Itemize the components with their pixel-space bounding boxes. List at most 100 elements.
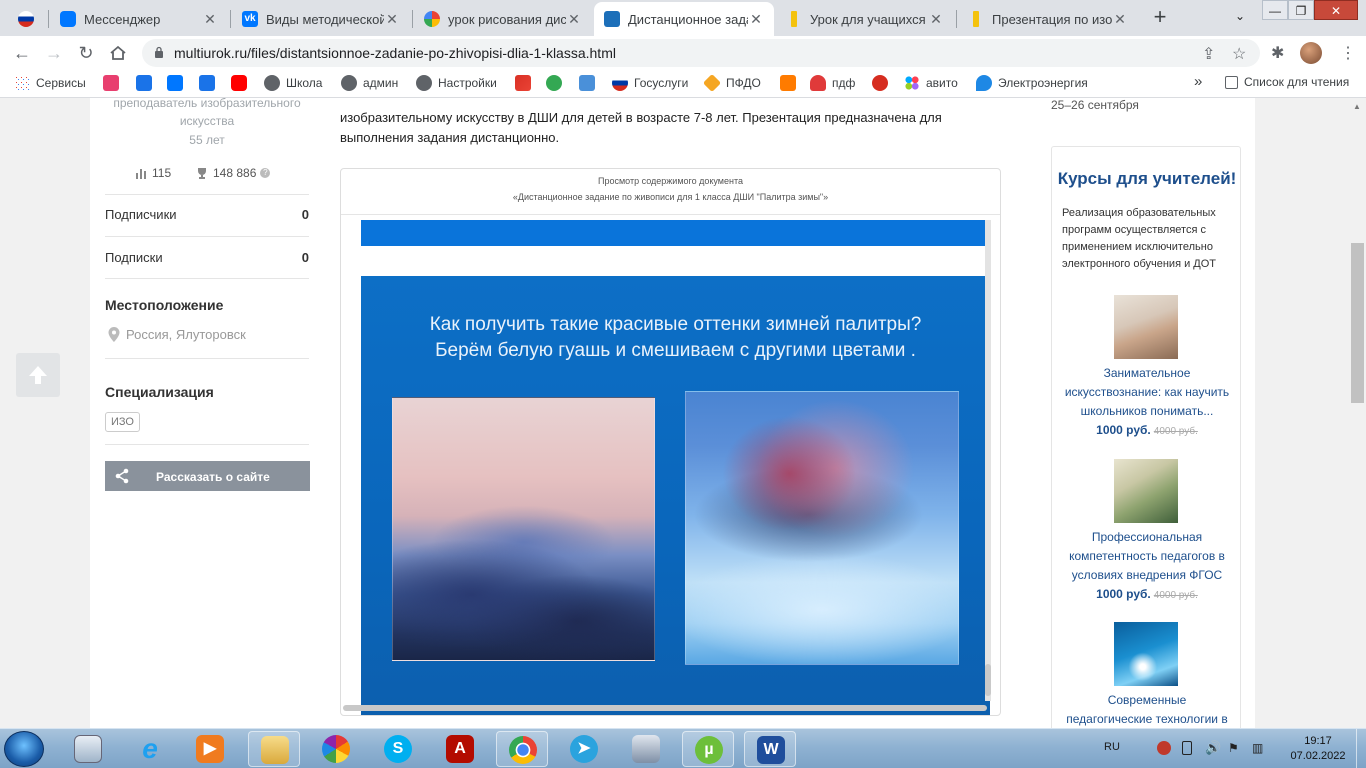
volume-icon[interactable]: 🔊	[1205, 741, 1221, 755]
taskbar-internet-explorer[interactable]: e	[124, 731, 176, 767]
winter-painting-left-image	[392, 397, 655, 661]
action-center-flag-icon[interactable]: ⚑	[1228, 741, 1242, 755]
close-tab-icon[interactable]: ✕	[202, 11, 218, 28]
rating-stat[interactable]: 148 886 ?	[196, 166, 271, 180]
materials-stat[interactable]: 115	[135, 166, 171, 180]
bookmark-services[interactable]: Сервисы	[14, 75, 86, 91]
course-name[interactable]: Современные педагогические технологии в	[1058, 691, 1236, 728]
taskbar-calculator[interactable]	[62, 731, 114, 767]
taskbar-explorer[interactable]	[248, 731, 300, 767]
close-window-button[interactable]: ✕	[1314, 0, 1358, 20]
bookmark-5[interactable]	[231, 75, 253, 91]
keyboard-language[interactable]: RU	[1104, 741, 1120, 753]
bookmark-gosuslugi[interactable]: Госуслуги	[612, 75, 688, 91]
bookmark-17[interactable]	[872, 75, 894, 91]
divider	[105, 194, 309, 195]
bookmark-school[interactable]: Школа	[264, 75, 322, 91]
specialization-tag[interactable]: ИЗО	[105, 412, 140, 432]
close-tab-icon[interactable]: ✕	[566, 11, 582, 28]
reload-button[interactable]: ↻	[74, 41, 98, 65]
close-tab-icon[interactable]: ✕	[748, 11, 764, 28]
close-tab-icon[interactable]: ✕	[384, 11, 400, 28]
bookmark-yellow-icon	[791, 11, 797, 27]
share-site-button[interactable]: Рассказать о сайте	[105, 461, 310, 491]
tab-4-active[interactable]: Дистанционное задан ✕	[594, 2, 774, 36]
course-name[interactable]: Занимательное искусствознание: как научи…	[1058, 364, 1236, 441]
course-name[interactable]: Профессиональная компетентность педагого…	[1058, 528, 1236, 605]
subscribers-row[interactable]: Подписчики 0	[105, 207, 309, 222]
taskbar-chrome[interactable]	[496, 731, 548, 767]
new-tab-button[interactable]: +	[1147, 4, 1173, 30]
bookmark-label: Сервисы	[36, 76, 86, 90]
taskbar-utorrent[interactable]: µ	[682, 731, 734, 767]
scroll-to-top-button[interactable]	[16, 353, 60, 397]
preview-vertical-scrollbar[interactable]	[985, 220, 991, 701]
help-circle-icon[interactable]: ?	[260, 168, 271, 178]
bookmark-pfdo[interactable]: ПФДО	[702, 73, 761, 93]
taskbar-word[interactable]: W	[744, 731, 796, 767]
bookmark-star-icon[interactable]: ☆	[1232, 44, 1246, 64]
profile-avatar[interactable]	[1300, 42, 1322, 64]
page-scroll-thumb[interactable]	[1351, 243, 1364, 403]
bookmark-3[interactable]	[167, 75, 189, 91]
tab-3[interactable]: урок рисования дист ✕	[414, 2, 592, 36]
show-desktop-button[interactable]	[1356, 729, 1366, 768]
battery-icon[interactable]	[1182, 741, 1192, 755]
bookmark-4[interactable]	[199, 75, 221, 91]
scroll-up-arrow-icon[interactable]: ▲	[1353, 102, 1361, 111]
bookmark-avito[interactable]: авито	[904, 75, 958, 91]
close-tab-icon[interactable]: ✕	[928, 11, 944, 28]
forward-button[interactable]: →	[42, 41, 66, 65]
maximize-button[interactable]: ❐	[1288, 0, 1314, 20]
subscriptions-row[interactable]: Подписки 0	[105, 250, 309, 265]
back-button[interactable]: ←	[10, 41, 34, 65]
subscribers-count: 0	[301, 207, 309, 222]
taskbar-telegram[interactable]: ➤	[558, 731, 610, 767]
arrow-up-icon	[29, 366, 47, 384]
bookmark-electricity[interactable]: Электроэнергия	[976, 75, 1088, 91]
bookmark-11[interactable]	[579, 75, 601, 91]
bookmark-2[interactable]	[136, 75, 158, 91]
start-button-windows-icon[interactable]	[4, 731, 44, 767]
tab-6[interactable]: Презентация по изобр ✕	[958, 2, 1138, 36]
home-button[interactable]	[106, 41, 130, 65]
minimize-button[interactable]: —	[1262, 0, 1288, 20]
tab-5[interactable]: Урок для учащихся ху ✕	[776, 2, 954, 36]
no-entry-icon[interactable]	[1157, 741, 1171, 755]
tab-2[interactable]: vk Виды методической р ✕	[232, 2, 410, 36]
bookmark-label: админ	[363, 76, 399, 90]
close-tab-icon[interactable]: ✕	[1112, 11, 1128, 28]
taskbar-media-player[interactable]: ▶	[184, 731, 236, 767]
preview-scroll-thumb[interactable]	[985, 664, 991, 696]
reading-list-button[interactable]: Список для чтения	[1225, 75, 1349, 89]
taskbar-picasa[interactable]	[310, 731, 362, 767]
taskbar-clock[interactable]: 19:17 07.02.2022	[1282, 734, 1354, 764]
course-thumbnail-classroom[interactable]	[1114, 459, 1178, 523]
bookmark-settings[interactable]: Настройки	[416, 75, 497, 91]
tab-search-icon[interactable]: ⌄	[1228, 6, 1252, 26]
address-bar[interactable]: multiurok.ru/files/distantsionnoe-zadani…	[142, 39, 1260, 67]
menu-dots-icon[interactable]: ⋮	[1340, 43, 1356, 63]
extensions-puzzle-icon[interactable]: ✱	[1271, 43, 1284, 63]
tab-1[interactable]: Мессенджер ✕	[50, 2, 228, 36]
preview-horizontal-scrollbar[interactable]	[343, 705, 987, 711]
course-name-line: искусствознание: как научить	[1064, 385, 1230, 399]
course-thumbnail-technology[interactable]	[1114, 622, 1178, 686]
taskbar-skype[interactable]: S	[372, 731, 424, 767]
bookmark-15[interactable]	[780, 75, 802, 91]
network-icon[interactable]: ▥	[1252, 741, 1266, 755]
courses-title[interactable]: Курсы для учителей!	[1052, 169, 1242, 189]
bookmark-9[interactable]	[515, 75, 537, 91]
bookmark-admin[interactable]: админ	[341, 75, 398, 91]
taskbar-scanner[interactable]	[620, 731, 672, 767]
document-preview[interactable]: Просмотр содержимого документа «Дистанци…	[340, 168, 1001, 716]
course-thumbnail-girl-drawing[interactable]	[1114, 295, 1178, 359]
bookmark-pdf[interactable]: пдф	[810, 75, 855, 91]
page-vertical-scrollbar[interactable]: ▲	[1349, 98, 1366, 728]
bookmark-10[interactable]	[546, 75, 568, 91]
tab-0[interactable]	[8, 2, 44, 36]
bookmarks-overflow-button[interactable]: »	[1194, 73, 1202, 90]
taskbar-acrobat[interactable]: A	[434, 731, 486, 767]
share-page-icon[interactable]: ⇪	[1202, 44, 1215, 64]
bookmark-1[interactable]	[103, 75, 125, 91]
